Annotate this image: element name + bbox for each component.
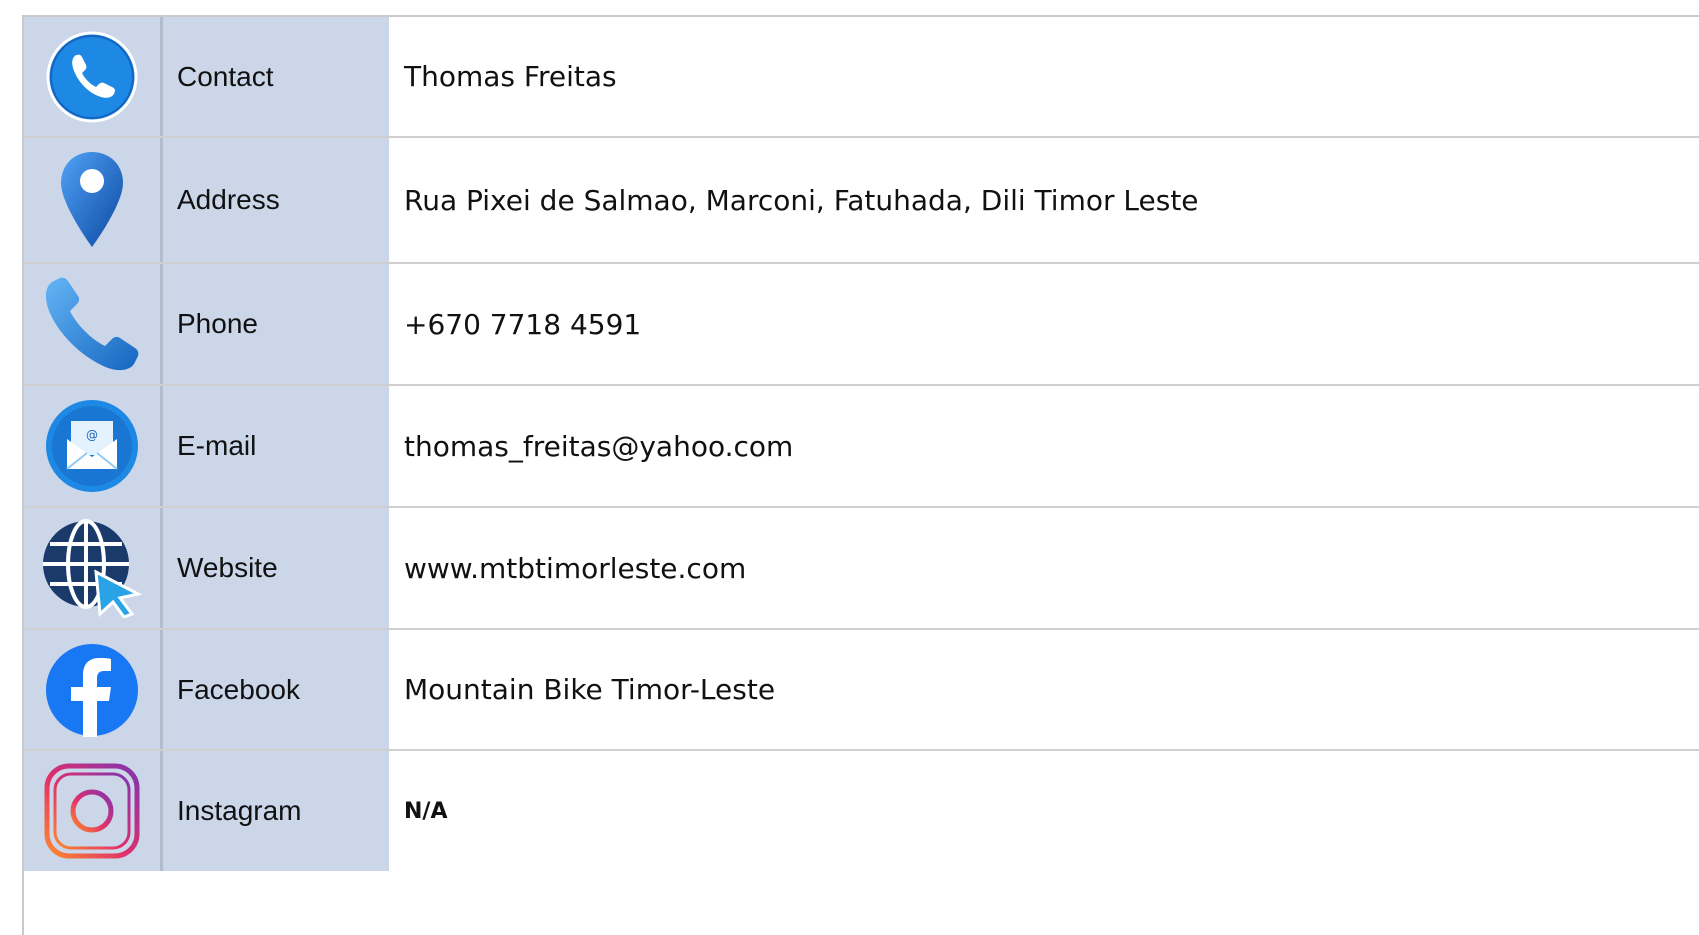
map-pin-icon (57, 150, 127, 250)
row-value: +670 7718 4591 (389, 264, 1699, 384)
table-row-phone: Phone +670 7718 4591 (24, 264, 1699, 386)
globe-cursor-icon (40, 518, 144, 618)
email-icon: @ (45, 399, 139, 493)
row-label: Contact (163, 17, 389, 136)
row-label: Address (163, 138, 389, 262)
row-label: Instagram (163, 751, 389, 871)
contact-table: Contact Thomas Freitas Address Rua Pixei… (22, 15, 1699, 935)
row-value: Rua Pixei de Salmao, Marconi, Fatuhada, … (389, 138, 1699, 262)
icon-cell (24, 508, 163, 628)
row-value: thomas_freitas@yahoo.com (389, 386, 1699, 506)
row-label: E-mail (163, 386, 389, 506)
row-value: N/A (389, 751, 1699, 871)
icon-cell (24, 17, 163, 136)
row-label: Phone (163, 264, 389, 384)
table-row-address: Address Rua Pixei de Salmao, Marconi, Fa… (24, 138, 1699, 264)
table-row-website: Website www.mtbtimorleste.com (24, 508, 1699, 630)
icon-cell (24, 751, 163, 871)
row-value: www.mtbtimorleste.com (389, 508, 1699, 628)
icon-cell (24, 138, 163, 262)
icon-cell (24, 264, 163, 384)
table-row-email: @ E-mail thomas_freitas@yahoo.com (24, 386, 1699, 508)
row-label: Facebook (163, 630, 389, 749)
instagram-icon (44, 763, 140, 859)
table-row-facebook: Facebook Mountain Bike Timor-Leste (24, 630, 1699, 751)
icon-cell: @ (24, 386, 163, 506)
table-row-instagram: Instagram N/A (24, 751, 1699, 871)
row-value: Thomas Freitas (389, 17, 1699, 136)
facebook-icon (45, 643, 139, 737)
phone-handset-icon (42, 274, 142, 374)
table-row-contact: Contact Thomas Freitas (24, 17, 1699, 138)
row-value: Mountain Bike Timor-Leste (389, 630, 1699, 749)
row-label: Website (163, 508, 389, 628)
svg-text:@: @ (86, 428, 98, 442)
icon-cell (24, 630, 163, 749)
phone-circle-icon (46, 31, 138, 123)
